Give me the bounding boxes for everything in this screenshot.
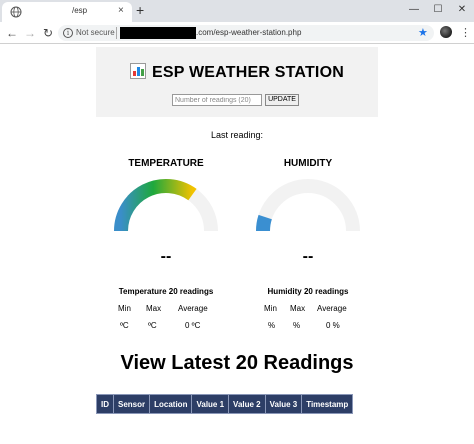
update-button[interactable]: UPDATE bbox=[265, 94, 299, 106]
temperature-gauge-fill bbox=[114, 179, 197, 232]
humidity-average-value: 0 % bbox=[326, 321, 340, 330]
humidity-gauge bbox=[255, 179, 360, 232]
close-tab-icon[interactable]: × bbox=[118, 5, 124, 17]
column-header-timestamp: Timestamp bbox=[301, 394, 354, 414]
tab-title: /esp bbox=[72, 6, 88, 15]
info-icon[interactable]: i bbox=[63, 28, 73, 38]
humidity-gauge-fill bbox=[255, 214, 272, 232]
humidity-max-value: % bbox=[293, 321, 301, 330]
last-reading-label: Last reading: bbox=[210, 130, 264, 140]
temperature-average-header: Average bbox=[178, 304, 208, 313]
tab-strip: /esp × + — ☐ ✕ bbox=[0, 0, 474, 22]
globe-icon bbox=[10, 6, 22, 18]
star-icon[interactable]: ★ bbox=[418, 25, 428, 41]
kebab-menu-icon[interactable]: ⋮ bbox=[460, 25, 471, 41]
reload-icon[interactable]: ↻ bbox=[40, 25, 56, 41]
column-header-value-3: Value 3 bbox=[264, 394, 303, 414]
humidity-value: -- bbox=[302, 248, 314, 265]
url-text[interactable]: .com/esp-weather-station.php bbox=[196, 28, 301, 37]
humidity-stats-title: Humidity 20 readings bbox=[267, 287, 349, 296]
humidity-min-value: % bbox=[268, 321, 276, 330]
temperature-min-header: Min bbox=[118, 304, 131, 313]
temperature-stats-title: Temperature 20 readings bbox=[118, 287, 214, 296]
redacted-domain bbox=[120, 27, 196, 39]
temperature-average-value: 0 ºC bbox=[185, 321, 201, 330]
header-panel: ESP WEATHER STATION UPDATE bbox=[96, 47, 378, 117]
temperature-max-header: Max bbox=[146, 304, 162, 313]
humidity-average-header: Average bbox=[317, 304, 347, 313]
forward-arrow-icon[interactable]: → bbox=[22, 25, 38, 41]
column-header-value-1: Value 1 bbox=[191, 394, 230, 414]
close-window-button[interactable]: ✕ bbox=[450, 2, 474, 18]
temperature-min-value: ºC bbox=[120, 321, 129, 330]
table-header-row: ID Sensor Location Value 1 Value 2 Value… bbox=[96, 394, 354, 414]
readings-count-input[interactable] bbox=[172, 94, 262, 106]
column-header-sensor: Sensor bbox=[112, 394, 151, 414]
temperature-max-value: ºC bbox=[148, 321, 157, 330]
humidity-title: HUMIDITY bbox=[283, 158, 333, 169]
column-header-location: Location bbox=[149, 394, 193, 414]
browser-toolbar: ← → ↻ i Not secure .com/esp-weather-stat… bbox=[0, 22, 474, 44]
avatar[interactable] bbox=[440, 26, 452, 38]
readings-section-title: View Latest 20 Readings bbox=[120, 352, 354, 374]
column-header-value-2: Value 2 bbox=[228, 394, 266, 414]
browser-tab[interactable]: /esp × bbox=[2, 2, 132, 22]
column-header-id: ID bbox=[96, 394, 114, 414]
temperature-title: TEMPERATURE bbox=[128, 158, 204, 169]
temperature-gauge bbox=[114, 179, 218, 232]
back-arrow-icon[interactable]: ← bbox=[4, 25, 20, 41]
url-divider bbox=[116, 27, 117, 39]
security-label: Not secure bbox=[76, 28, 115, 37]
page-title: ESP WEATHER STATION bbox=[96, 63, 378, 82]
maximize-button[interactable]: ☐ bbox=[426, 2, 450, 18]
bar-chart-icon bbox=[130, 63, 147, 79]
humidity-max-header: Max bbox=[290, 304, 306, 313]
address-bar[interactable]: i Not secure .com/esp-weather-station.ph… bbox=[58, 25, 434, 41]
page-title-text: ESP WEATHER STATION bbox=[152, 64, 344, 81]
temperature-value: -- bbox=[160, 248, 172, 265]
humidity-min-header: Min bbox=[264, 304, 277, 313]
new-tab-button[interactable]: + bbox=[136, 3, 144, 17]
minimize-button[interactable]: — bbox=[402, 2, 426, 18]
humidity-gauge-track bbox=[256, 179, 360, 232]
readings-table: ID Sensor Location Value 1 Value 2 Value… bbox=[96, 394, 354, 414]
